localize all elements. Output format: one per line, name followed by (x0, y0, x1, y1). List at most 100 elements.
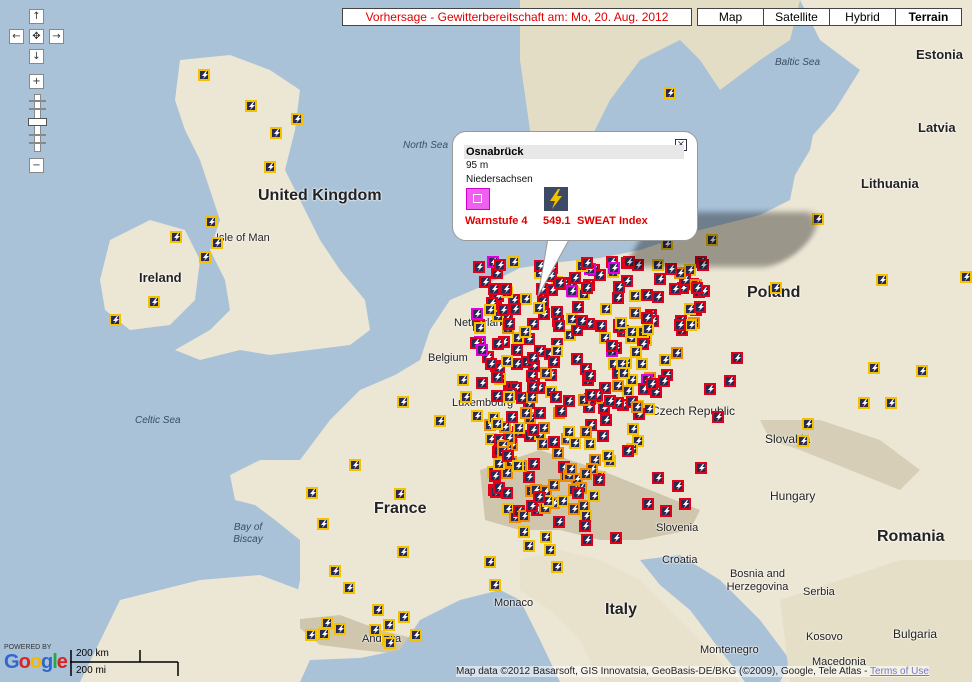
lightning-icon[interactable] (565, 463, 577, 475)
lightning-icon[interactable] (519, 326, 531, 338)
maptype-hybrid-button[interactable]: Hybrid (829, 8, 896, 26)
lightning-icon[interactable] (588, 490, 600, 502)
lightning-icon[interactable] (960, 271, 972, 283)
lightning-icon[interactable] (694, 301, 706, 313)
lightning-icon[interactable] (615, 317, 627, 329)
lightning-icon[interactable] (211, 237, 223, 249)
lightning-icon[interactable] (553, 320, 565, 332)
lightning-icon[interactable] (109, 314, 121, 326)
map-canvas[interactable]: United Kingdom Ireland Isle of Man North… (0, 0, 972, 682)
lightning-icon[interactable] (608, 262, 620, 274)
lightning-icon[interactable] (581, 257, 593, 269)
lightning-icon[interactable] (627, 423, 639, 435)
lightning-icon[interactable] (506, 411, 518, 423)
lightning-icon[interactable] (501, 487, 513, 499)
lightning-icon[interactable] (600, 414, 612, 426)
lightning-icon[interactable] (629, 290, 641, 302)
lightning-icon[interactable] (527, 424, 539, 436)
lightning-icon[interactable] (460, 391, 472, 403)
lightning-icon[interactable] (618, 367, 630, 379)
lightning-icon[interactable] (523, 540, 535, 552)
lightning-icon[interactable] (548, 356, 560, 368)
lightning-icon[interactable] (397, 546, 409, 558)
lightning-icon[interactable] (602, 450, 614, 462)
lightning-icon[interactable] (731, 352, 743, 364)
lightning-icon[interactable] (509, 303, 521, 315)
lightning-icon[interactable] (597, 430, 609, 442)
lightning-icon[interactable] (631, 401, 643, 413)
lightning-icon[interactable] (523, 471, 535, 483)
lightning-icon[interactable] (642, 323, 654, 335)
lightning-icon[interactable] (476, 344, 488, 356)
lightning-icon[interactable] (581, 282, 593, 294)
lightning-icon[interactable] (473, 261, 485, 273)
lightning-icon[interactable] (513, 422, 525, 434)
lightning-icon[interactable] (584, 438, 596, 450)
lightning-icon[interactable] (317, 518, 329, 530)
lightning-icon[interactable] (571, 353, 583, 365)
zoom-out-button[interactable]: − (29, 158, 44, 173)
lightning-icon[interactable] (580, 426, 592, 438)
lightning-icon[interactable] (626, 326, 638, 338)
lightning-icon[interactable] (484, 304, 496, 316)
lightning-icon[interactable] (398, 611, 410, 623)
zoom-slider-thumb[interactable] (28, 118, 47, 126)
lightning-icon[interactable] (457, 374, 469, 386)
lightning-icon[interactable] (518, 526, 530, 538)
lightning-icon[interactable] (503, 391, 515, 403)
lightning-icon[interactable] (576, 315, 588, 327)
lightning-icon[interactable] (593, 474, 605, 486)
lightning-icon[interactable] (612, 292, 624, 304)
maptype-map-button[interactable]: Map (697, 8, 764, 26)
lightning-icon[interactable] (476, 377, 488, 389)
lightning-icon[interactable] (489, 470, 501, 482)
lightning-icon[interactable] (548, 479, 560, 491)
lightning-icon[interactable] (664, 87, 676, 99)
lightning-icon[interactable] (658, 375, 670, 387)
lightning-icon[interactable] (671, 347, 683, 359)
lightning-icon[interactable] (474, 322, 486, 334)
lightning-icon[interactable] (540, 531, 552, 543)
lightning-icon[interactable] (501, 355, 513, 367)
lightning-icon[interactable] (553, 516, 565, 528)
lightning-icon[interactable] (434, 415, 446, 427)
lightning-icon[interactable] (642, 498, 654, 510)
pan-right-button[interactable]: → (49, 29, 64, 44)
pan-left-button[interactable]: ← (9, 29, 24, 44)
terms-of-use-link[interactable]: Terms of Use (870, 666, 929, 677)
lightning-icon[interactable] (636, 358, 648, 370)
lightning-icon[interactable] (512, 460, 524, 472)
lightning-icon[interactable] (489, 579, 501, 591)
lightning-icon[interactable] (555, 405, 567, 417)
lightning-icon[interactable] (318, 628, 330, 640)
lightning-icon[interactable] (538, 422, 550, 434)
lightning-icon[interactable] (205, 216, 217, 228)
lightning-icon[interactable] (484, 556, 496, 568)
lightning-icon[interactable] (612, 380, 624, 392)
lightning-icon[interactable] (674, 319, 686, 331)
lightning-icon[interactable] (500, 283, 512, 295)
lightning-icon[interactable] (527, 381, 539, 393)
lightning-icon[interactable] (508, 256, 520, 268)
lightning-icon[interactable] (629, 307, 641, 319)
lightning-icon[interactable] (568, 503, 580, 515)
lightning-icon[interactable] (334, 623, 346, 635)
lightning-icon[interactable] (585, 389, 597, 401)
lightning-icon[interactable] (695, 462, 707, 474)
lightning-icon[interactable] (491, 418, 503, 430)
lightning-icon[interactable] (503, 318, 515, 330)
lightning-icon[interactable] (563, 426, 575, 438)
pan-down-button[interactable]: ↓ (29, 49, 44, 64)
lightning-icon[interactable] (551, 561, 563, 573)
lightning-icon[interactable] (569, 437, 581, 449)
lightning-icon[interactable] (595, 320, 607, 332)
lightning-icon[interactable] (471, 308, 483, 320)
maptype-satellite-button[interactable]: Satellite (763, 8, 830, 26)
lightning-icon[interactable] (550, 391, 562, 403)
lightning-icon[interactable] (329, 565, 341, 577)
lightning-icon[interactable] (494, 259, 506, 271)
lightning-icon[interactable] (712, 411, 724, 423)
lightning-icon[interactable] (580, 468, 592, 480)
lightning-icon[interactable] (641, 312, 653, 324)
lightning-icon[interactable] (540, 367, 552, 379)
